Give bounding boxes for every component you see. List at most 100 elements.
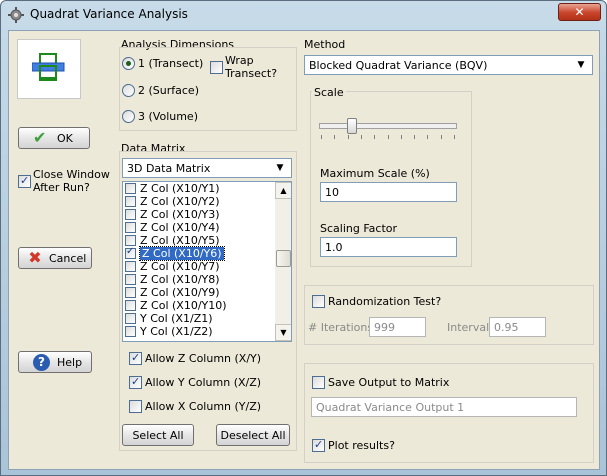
list-item-checkbox[interactable] bbox=[125, 261, 136, 272]
list-rows: Z Col (X10/Y1) Z Col (X10/Y2) Z Col (X10/Y… bbox=[123, 182, 275, 341]
list-item-checkbox[interactable] bbox=[125, 274, 136, 285]
app-icon-frame bbox=[17, 39, 81, 99]
list-item-checkbox[interactable] bbox=[125, 196, 136, 207]
max-scale-label: Maximum Scale (%) bbox=[320, 167, 430, 180]
list-item-checkbox[interactable] bbox=[125, 183, 136, 194]
window-title: Quadrat Variance Analysis bbox=[30, 7, 188, 21]
randomization-checkbox[interactable] bbox=[312, 295, 325, 308]
radio-3d[interactable] bbox=[122, 110, 135, 123]
radio-3d-label: 3 (Volume) bbox=[138, 110, 198, 123]
help-label: Help bbox=[57, 356, 83, 369]
list-item-label: Z Col (X10/Y5) bbox=[140, 234, 220, 247]
interval-label: Interval bbox=[447, 321, 490, 334]
ok-button[interactable]: ✔ OK bbox=[18, 127, 90, 149]
output-name-input[interactable]: Quadrat Variance Output 1 bbox=[311, 397, 577, 417]
list-item-checkbox[interactable] bbox=[125, 287, 136, 298]
slider-tick bbox=[427, 135, 429, 139]
list-item-label: Z Col (X10/Y9) bbox=[140, 286, 220, 299]
list-item-label: Z Col (X10/Y10) bbox=[140, 299, 227, 312]
list-item-label: Z Col (X10/Y4) bbox=[140, 221, 220, 234]
list-item-label: Y Col (X1/Z1) bbox=[140, 312, 213, 325]
list-item-label: Z Col (X10/Y3) bbox=[140, 208, 220, 221]
list-item-checkbox[interactable] bbox=[125, 313, 136, 324]
save-output-label: Save Output to Matrix bbox=[328, 376, 450, 389]
cancel-label: Cancel bbox=[49, 252, 87, 265]
scale-slider-thumb[interactable] bbox=[347, 118, 358, 134]
list-item-checkbox[interactable] bbox=[125, 222, 136, 233]
list-item-label: Z Col (X10/Y6) bbox=[139, 246, 225, 261]
randomization-group bbox=[304, 285, 594, 345]
list-scrollbar[interactable]: ▲ ▼ bbox=[275, 182, 291, 341]
list-item-label: Z Col (X10/Y7) bbox=[140, 260, 220, 273]
allow-z-label: Allow Z Column (X/Y) bbox=[145, 352, 262, 365]
slider-tick bbox=[321, 135, 322, 139]
list-item-checkbox[interactable] bbox=[125, 209, 136, 220]
wrap-transect-checkbox[interactable] bbox=[210, 61, 223, 74]
iterations-input[interactable]: 999 bbox=[369, 317, 426, 337]
list-item-label: Z Col (X10/Y2) bbox=[140, 195, 220, 208]
output-name-value: Quadrat Variance Output 1 bbox=[316, 401, 465, 414]
method-combo-value: Blocked Quadrat Variance (BQV) bbox=[309, 59, 488, 72]
list-item[interactable]: Y Col (X1/Z2) bbox=[125, 325, 273, 339]
scaling-factor-label: Scaling Factor bbox=[320, 222, 398, 235]
checkmark-icon: ✔ bbox=[33, 128, 47, 147]
plot-results-checkbox[interactable] bbox=[312, 438, 325, 452]
cancel-button[interactable]: ✖ Cancel bbox=[18, 247, 92, 269]
slider-tick bbox=[387, 135, 389, 139]
method-title: Method bbox=[304, 38, 346, 51]
scale-title: Scale bbox=[312, 86, 346, 99]
radio-2d-label: 2 (Surface) bbox=[138, 84, 199, 97]
plot-results-label: Plot results? bbox=[328, 439, 395, 452]
interval-value: 0.95 bbox=[494, 321, 519, 334]
data-matrix-combo[interactable]: 3D Data Matrix ▼ bbox=[122, 158, 292, 178]
slider-tick bbox=[347, 135, 349, 139]
chevron-down-icon[interactable]: ▼ bbox=[573, 57, 589, 73]
list-item-checkbox[interactable] bbox=[125, 326, 136, 337]
iterations-label: # Iterations bbox=[308, 321, 374, 334]
allow-x-checkbox[interactable] bbox=[129, 400, 142, 413]
deselect-all-button[interactable]: Deselect All bbox=[216, 424, 290, 446]
method-combo[interactable]: Blocked Quadrat Variance (BQV) ▼ bbox=[304, 55, 593, 75]
allow-y-checkbox[interactable] bbox=[129, 375, 142, 389]
list-item-checkbox[interactable] bbox=[125, 246, 136, 259]
data-matrix-list[interactable]: Z Col (X10/Y1) Z Col (X10/Y2) Z Col (X10/Y… bbox=[122, 181, 292, 342]
help-button[interactable]: ? Help bbox=[18, 351, 92, 373]
scroll-up-icon[interactable]: ▲ bbox=[275, 182, 291, 199]
close-after-run-checkbox[interactable] bbox=[18, 174, 31, 188]
quadrat-icon bbox=[32, 53, 65, 81]
chevron-down-icon[interactable]: ▼ bbox=[272, 160, 288, 176]
allow-z-checkbox[interactable] bbox=[129, 351, 142, 365]
list-item-label: Z Col (X10/Y1) bbox=[140, 182, 220, 195]
select-all-label: Select All bbox=[132, 429, 184, 442]
radio-2d[interactable] bbox=[122, 84, 135, 97]
slider-tick bbox=[400, 135, 402, 139]
list-item-checkbox[interactable] bbox=[125, 235, 136, 246]
list-item-checkbox[interactable] bbox=[125, 300, 136, 311]
select-all-button[interactable]: Select All bbox=[122, 424, 194, 446]
radio-1d[interactable] bbox=[122, 57, 135, 70]
randomization-label: Randomization Test? bbox=[328, 295, 442, 308]
save-output-checkbox[interactable] bbox=[312, 376, 325, 389]
scaling-factor-value: 1.0 bbox=[325, 241, 343, 254]
title-bar[interactable]: Quadrat Variance Analysis ✕ bbox=[1, 1, 606, 29]
slider-tick bbox=[440, 135, 442, 139]
ok-label: OK bbox=[57, 132, 73, 145]
dialog-window: Quadrat Variance Analysis ✕ ✔ OK Close W… bbox=[0, 0, 607, 476]
iterations-value: 999 bbox=[374, 321, 395, 334]
allow-x-label: Allow X Column (Y/Z) bbox=[145, 400, 262, 413]
list-item-label: Z Col (X10/Y8) bbox=[140, 273, 220, 286]
slider-tick bbox=[454, 135, 455, 139]
scroll-down-icon[interactable]: ▼ bbox=[275, 324, 291, 341]
interval-input[interactable]: 0.95 bbox=[489, 317, 546, 337]
data-matrix-combo-value: 3D Data Matrix bbox=[127, 162, 211, 175]
slider-tick bbox=[374, 135, 376, 139]
max-scale-value: 10 bbox=[325, 186, 339, 199]
close-after-run-label: Close Window After Run? bbox=[33, 168, 110, 194]
max-scale-input[interactable]: 10 bbox=[320, 182, 457, 202]
close-button[interactable]: ✕ bbox=[558, 3, 601, 21]
slider-tick bbox=[360, 135, 362, 139]
scaling-factor-input[interactable]: 1.0 bbox=[320, 237, 457, 257]
deselect-all-label: Deselect All bbox=[220, 429, 286, 442]
scroll-thumb[interactable] bbox=[276, 250, 291, 267]
scale-slider-track[interactable] bbox=[319, 123, 457, 129]
